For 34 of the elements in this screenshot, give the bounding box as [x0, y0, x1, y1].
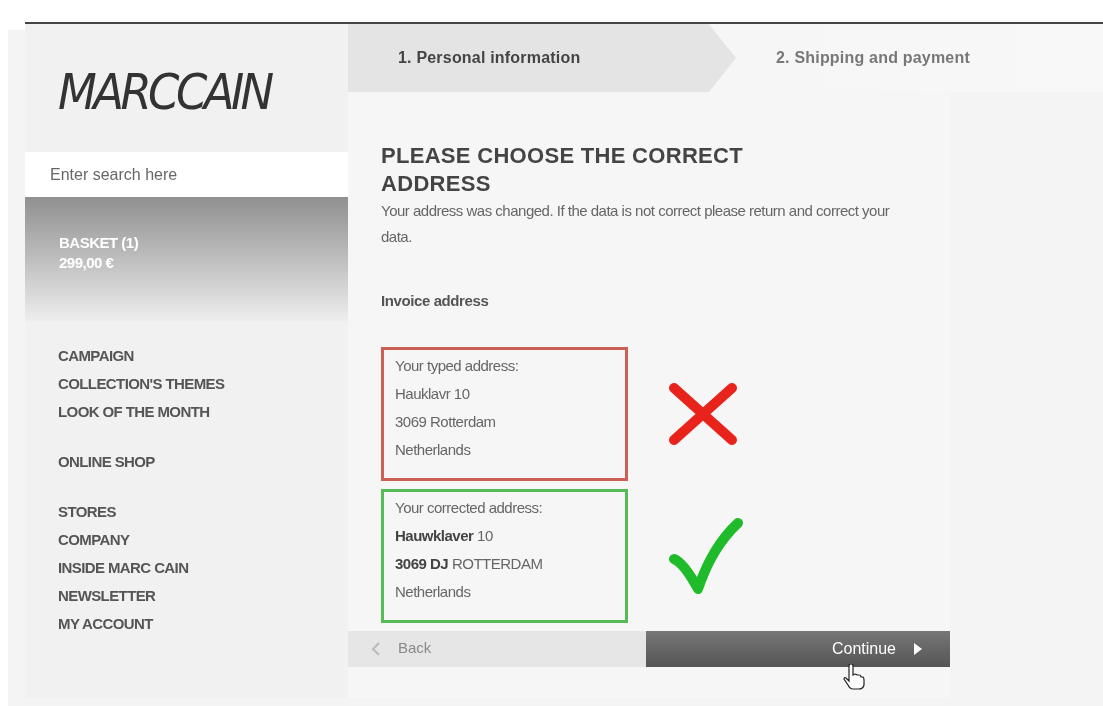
checkmark-icon [668, 516, 744, 595]
nav-link[interactable]: COMPANY [58, 526, 130, 554]
triangle-right-icon [914, 642, 922, 655]
cross-icon [668, 381, 738, 446]
address-line: Netherlands [395, 581, 472, 602]
nav-link[interactable]: MY ACCOUNT [58, 610, 153, 638]
nav-link[interactable]: INSIDE MARC CAIN [58, 554, 189, 582]
address-line: Hauklavr 10 [395, 383, 471, 404]
address-line: Your typed address: [395, 355, 520, 376]
nav-link[interactable]: CAMPAIGN [58, 342, 134, 370]
step-tab[interactable]: 2. Shipping and payment [736, 24, 1103, 92]
nav-link[interactable]: LOOK OF THE MONTH [58, 398, 210, 426]
basket-total: 299,00 € [59, 253, 115, 273]
nav-link[interactable]: STORES [58, 498, 116, 526]
intro-text: Your address was changed. If the data is not correct please return and correct your data. [381, 201, 891, 247]
address-line: Netherlands [395, 439, 472, 460]
basket-label: BASKET (1) [59, 233, 140, 253]
chevron-left-icon [372, 641, 380, 656]
typed-address-box[interactable]: Your typed address: Hauklavr 10 3069 Rotterdam Netherlands [381, 346, 628, 481]
address-line: Your corrected address: [395, 497, 544, 518]
nav-link[interactable]: COLLECTION'S THEMES [58, 370, 225, 398]
address-line: Hauwklaver 10 [395, 525, 494, 546]
address-line: 3069 Rotterdam [395, 411, 497, 432]
nav-link[interactable]: ONLINE SHOP [58, 448, 155, 476]
continue-button[interactable]: Continue [646, 630, 950, 667]
search-field[interactable]: Enter search here [25, 152, 348, 197]
nav-link[interactable]: NEWSLETTER [58, 582, 156, 610]
step-tab[interactable]: 1. Personal information [348, 24, 736, 92]
hand-cursor-icon [843, 664, 865, 690]
brand-logo[interactable]: MARCCAIN [58, 54, 271, 130]
section-label: Invoice address [381, 291, 490, 311]
page-heading: PLEASE CHOOSE THE CORRECT ADDRESS [381, 142, 744, 198]
corrected-address-box[interactable]: Your corrected address: Hauwklaver 10 3069 DJ ROTTERDAM Netherlands [381, 488, 628, 623]
address-line: 3069 DJ ROTTERDAM [395, 553, 544, 574]
